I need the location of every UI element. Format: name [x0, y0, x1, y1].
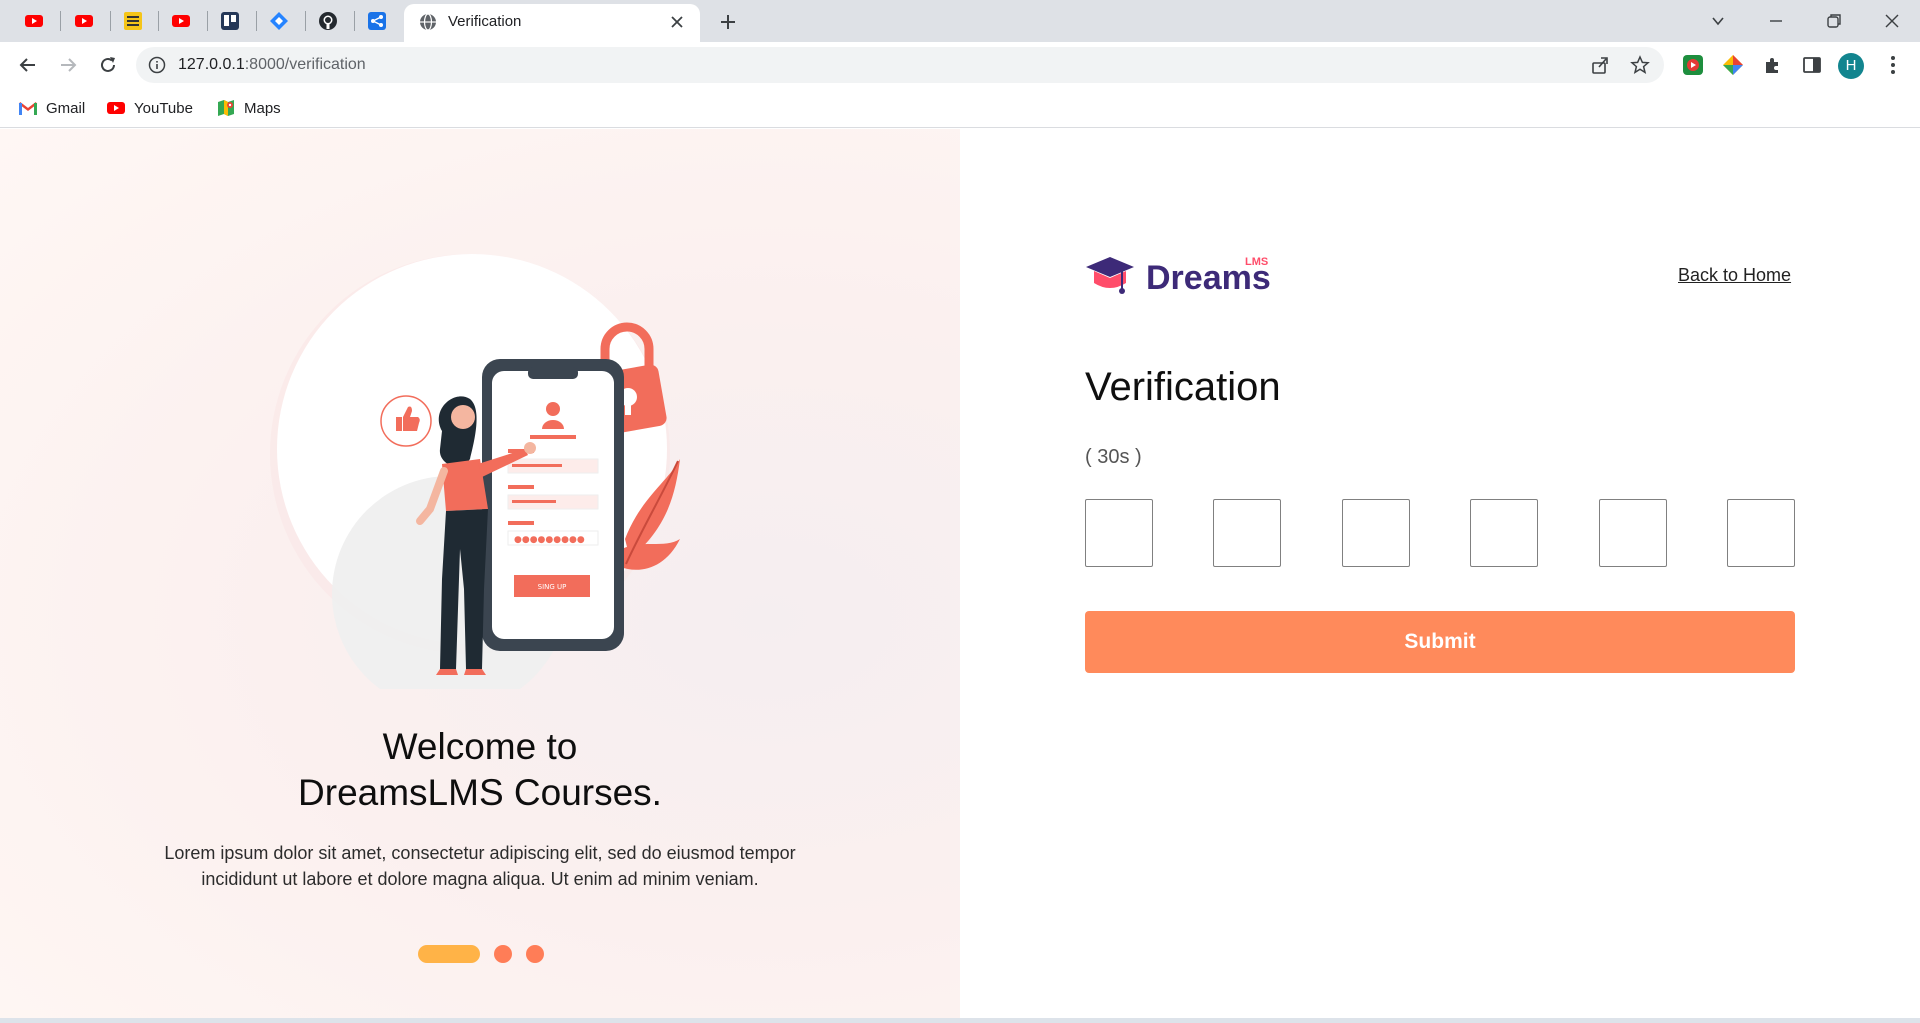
- globe-icon: [420, 13, 436, 31]
- otp-input-group: [1085, 499, 1795, 567]
- gmail-icon: [18, 102, 38, 115]
- otp-digit-5[interactable]: [1598, 499, 1667, 567]
- reload-button[interactable]: [94, 51, 122, 79]
- puzzle-icon: [1766, 58, 1778, 73]
- share-page-icon[interactable]: [1590, 55, 1610, 75]
- dreams-lms-logo[interactable]: Dreams LMS: [1084, 251, 1284, 301]
- verification-panel: Dreams LMS Back to Home Verification ( 3…: [960, 129, 1920, 1019]
- youtube-icon: [75, 15, 93, 27]
- description-line-1: Lorem ipsum dolor sit amet, consectetur …: [164, 843, 796, 863]
- pinned-tab-github[interactable]: [306, 6, 350, 36]
- otp-digit-4[interactable]: [1470, 499, 1539, 567]
- pinned-tab-share[interactable]: [355, 6, 399, 36]
- address-bar[interactable]: 127.0.0.1:8000/verification: [136, 47, 1664, 83]
- carousel-indicators: [418, 945, 544, 963]
- pinned-tab-youtube-3[interactable]: [159, 6, 203, 36]
- share-icon: [368, 12, 386, 30]
- otp-digit-2[interactable]: [1213, 499, 1282, 567]
- tab-verification[interactable]: Verification: [404, 4, 700, 42]
- info-icon[interactable]: [148, 56, 166, 74]
- description-line-2: incididunt ut labore et dolore magna ali…: [201, 869, 759, 889]
- restore-icon: [1827, 14, 1841, 28]
- reload-icon: [101, 57, 115, 72]
- pinned-tab-youtube-2[interactable]: [62, 6, 106, 36]
- tab-separator: [60, 11, 61, 31]
- bookmark-label: Gmail: [46, 99, 86, 117]
- back-button[interactable]: [14, 51, 42, 79]
- new-tab-button[interactable]: [714, 8, 742, 36]
- minimize-icon: [1770, 20, 1782, 22]
- welcome-description: Lorem ipsum dolor sit amet, consectetur …: [130, 840, 830, 892]
- color-picker-icon: [1723, 55, 1743, 75]
- carousel-dot[interactable]: [494, 945, 512, 963]
- close-tab-icon[interactable]: [668, 13, 686, 31]
- video-extension-icon: [1683, 55, 1703, 75]
- back-to-home-link[interactable]: Back to Home: [1678, 265, 1791, 286]
- menu-icon-yellow: [124, 12, 142, 30]
- otp-digit-3[interactable]: [1341, 499, 1410, 567]
- carousel-dot[interactable]: [526, 945, 544, 963]
- forward-button[interactable]: [54, 51, 82, 79]
- arrow-right-icon: [61, 58, 77, 72]
- minimize-button[interactable]: [1756, 6, 1796, 36]
- url-path: :8000/verification: [244, 56, 366, 73]
- url-host: 127.0.0.1: [178, 56, 245, 73]
- jira-icon: [270, 12, 288, 30]
- otp-digit-1[interactable]: [1085, 499, 1153, 567]
- tab-search-button[interactable]: [1698, 6, 1738, 36]
- welcome-panel: ●●●●●●●●● SING UP Welcome to DreamsLMS C…: [0, 129, 960, 1019]
- bookmark-label: Maps: [244, 99, 281, 117]
- trello-icon: [221, 12, 239, 30]
- side-panel-button[interactable]: [1801, 54, 1823, 76]
- github-icon: [319, 12, 337, 30]
- browser-toolbar: 127.0.0.1:8000/verification H: [0, 42, 1920, 88]
- signup-illustration: ●●●●●●●●● SING UP: [270, 254, 680, 689]
- svg-text:●●●●●●●●●: ●●●●●●●●●: [514, 535, 585, 545]
- star-icon[interactable]: [1630, 55, 1650, 75]
- restore-button[interactable]: [1814, 6, 1854, 36]
- welcome-line-2: DreamsLMS Courses.: [298, 772, 662, 813]
- extension-video[interactable]: [1682, 54, 1704, 76]
- url-text: 127.0.0.1:8000/verification: [178, 56, 366, 74]
- youtube-icon: [107, 102, 125, 114]
- browser-menu-button[interactable]: [1882, 54, 1904, 76]
- illustration-signup-text: SING UP: [538, 583, 567, 591]
- bookmark-youtube[interactable]: YouTube: [106, 97, 193, 119]
- bookmarks-bar: Gmail YouTube Maps: [0, 88, 1920, 128]
- welcome-heading: Welcome to DreamsLMS Courses.: [80, 724, 880, 816]
- bookmark-gmail[interactable]: Gmail: [18, 97, 85, 119]
- tab-strip: Verification: [0, 0, 1920, 42]
- extension-color[interactable]: [1722, 54, 1744, 76]
- close-window-button[interactable]: [1872, 6, 1912, 36]
- resend-timer: ( 30s ): [1085, 446, 1142, 468]
- plus-icon: [721, 15, 735, 29]
- carousel-dot-active[interactable]: [418, 945, 480, 963]
- extensions-button[interactable]: [1762, 54, 1784, 76]
- otp-digit-6[interactable]: [1726, 499, 1795, 567]
- youtube-icon: [172, 15, 190, 27]
- pinned-tab-trello[interactable]: [208, 6, 252, 36]
- side-panel-icon: [1803, 57, 1821, 73]
- bookmark-label: YouTube: [134, 99, 193, 117]
- logo-superscript: LMS: [1245, 256, 1268, 268]
- pinned-tab-menu[interactable]: [111, 6, 155, 36]
- close-icon: [1885, 14, 1899, 28]
- profile-avatar[interactable]: H: [1838, 53, 1864, 79]
- kebab-menu-icon: [1891, 56, 1895, 74]
- youtube-icon: [25, 15, 43, 27]
- chevron-down-icon: [1712, 17, 1724, 26]
- submit-button[interactable]: Submit: [1085, 611, 1795, 673]
- pinned-tab-jira[interactable]: [257, 6, 301, 36]
- maps-icon: [218, 100, 234, 116]
- welcome-line-1: Welcome to: [382, 726, 578, 767]
- page-title: Verification: [1085, 365, 1281, 409]
- bookmark-maps[interactable]: Maps: [216, 97, 281, 119]
- tab-title: Verification: [448, 13, 522, 30]
- pinned-tab-youtube-1[interactable]: [12, 6, 56, 36]
- arrow-left-icon: [19, 58, 35, 72]
- page-bottom-edge: [0, 1018, 1920, 1023]
